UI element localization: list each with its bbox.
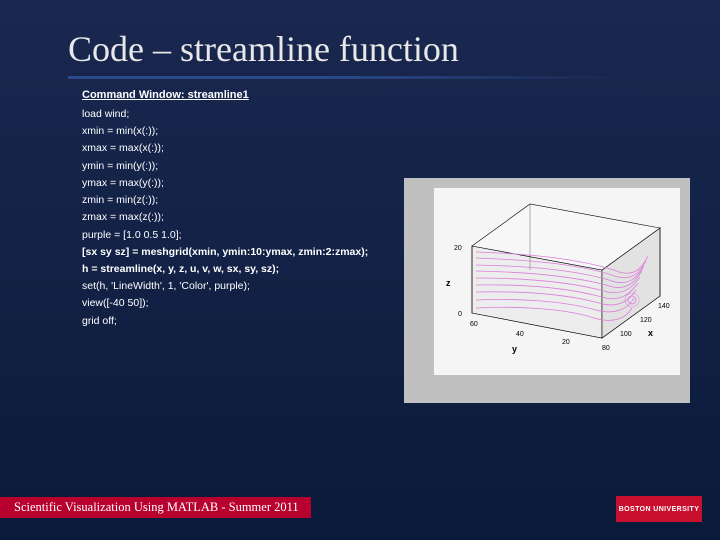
boston-university-logo: BOSTON UNIVERSITY (616, 496, 702, 522)
code-line: ymin = min(y(:)); (82, 159, 720, 174)
plot-area: 0 20 z 80 100 120 140 x 60 40 20 y (434, 188, 680, 375)
svg-text:140: 140 (658, 303, 670, 310)
footer-bar: Scientific Visualization Using MATLAB - … (0, 497, 311, 518)
svg-text:x: x (648, 328, 653, 338)
svg-text:0: 0 (458, 311, 462, 318)
slide-title: Code – streamline function (0, 0, 720, 76)
svg-text:100: 100 (620, 331, 632, 338)
code-line: xmax = max(x(:)); (82, 141, 720, 156)
command-window-header: Command Window: streamline1 (82, 89, 720, 101)
svg-text:y: y (512, 344, 517, 354)
svg-text:120: 120 (640, 317, 652, 324)
svg-text:60: 60 (470, 321, 478, 328)
logo-text: BOSTON UNIVERSITY (619, 506, 700, 513)
code-line: load wind; (82, 107, 720, 122)
svg-text:80: 80 (602, 345, 610, 352)
code-line: xmin = min(x(:)); (82, 124, 720, 139)
svg-text:20: 20 (562, 339, 570, 346)
svg-text:40: 40 (516, 331, 524, 338)
svg-text:z: z (446, 278, 451, 288)
svg-text:20: 20 (454, 245, 462, 252)
streamline-figure: 0 20 z 80 100 120 140 x 60 40 20 y (404, 178, 690, 403)
